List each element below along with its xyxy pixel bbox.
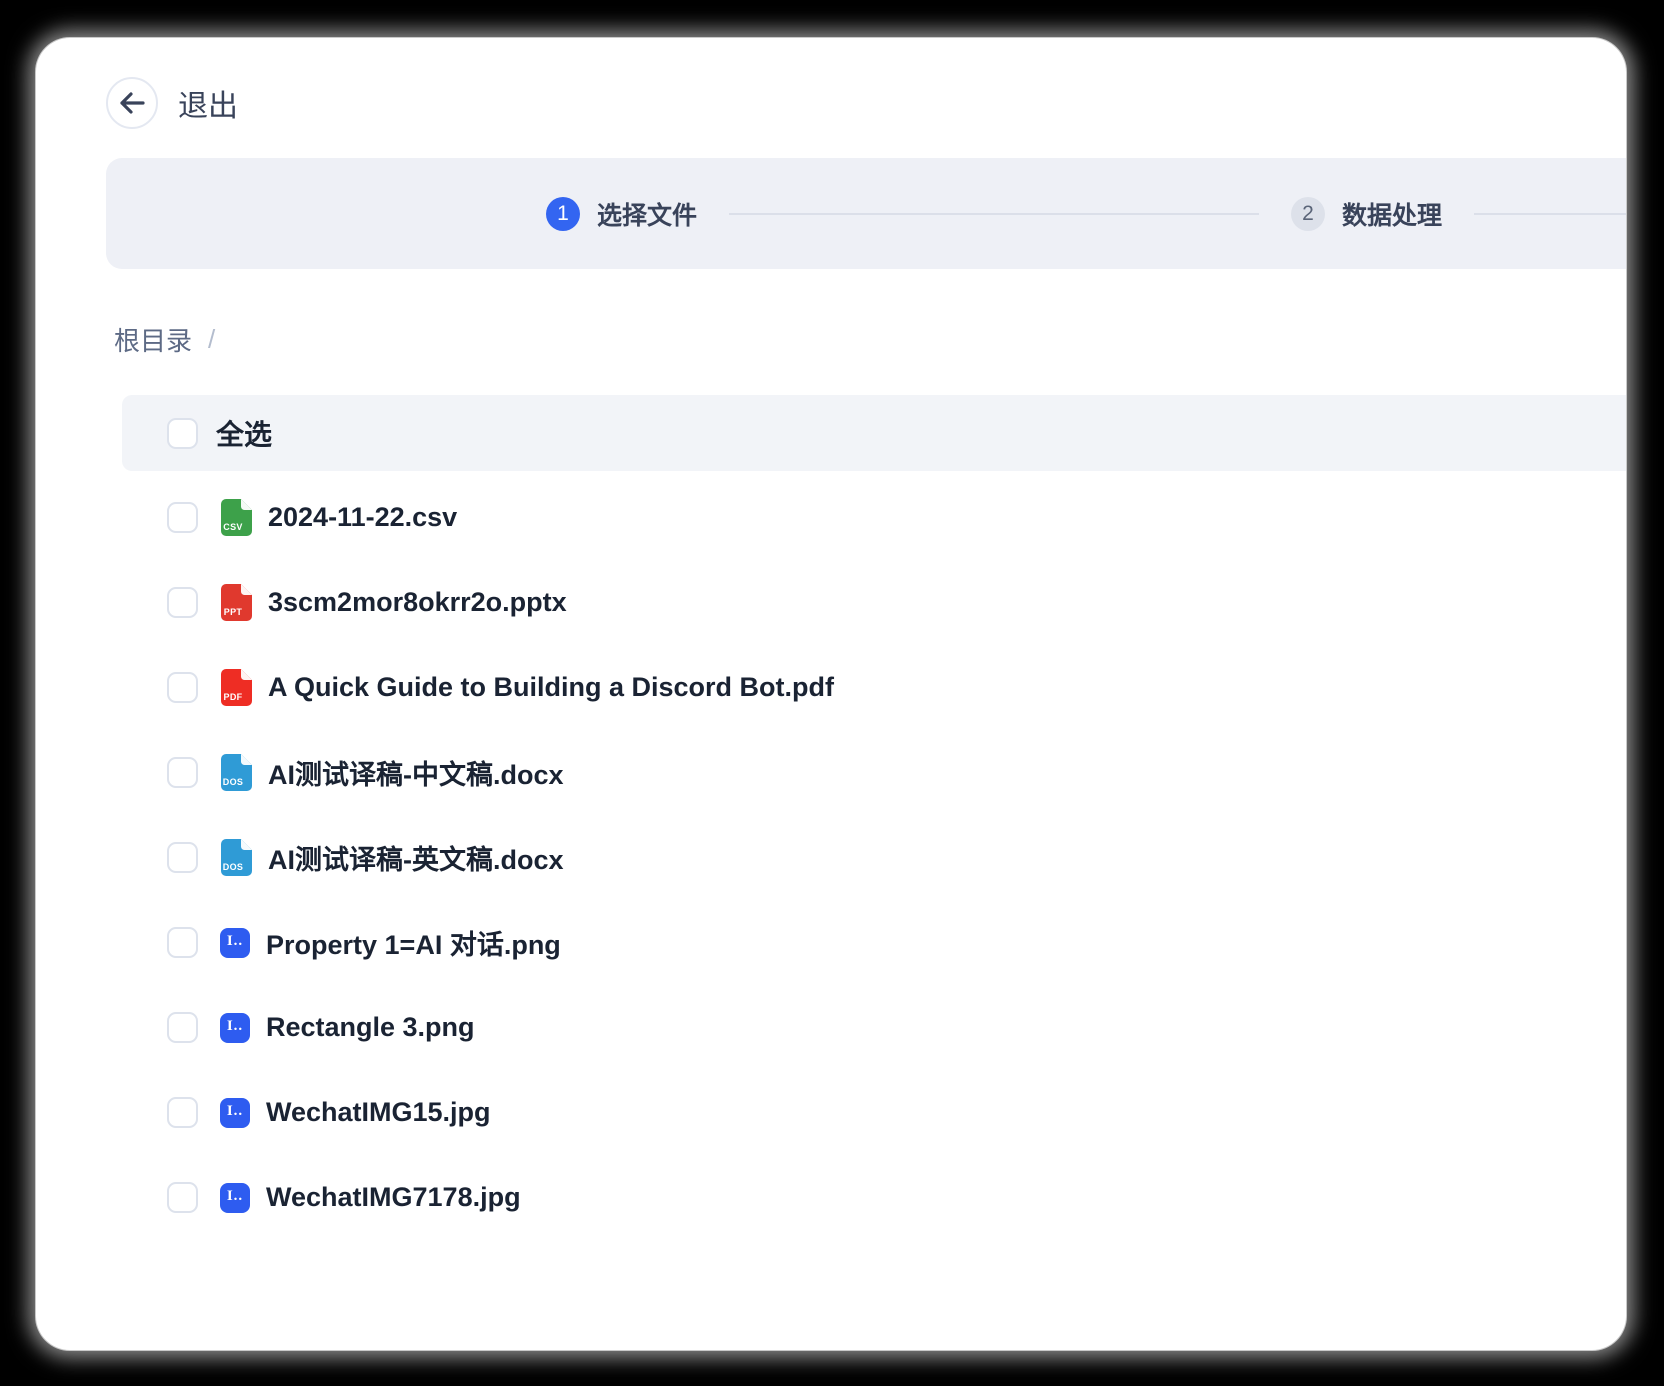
file-row[interactable]: I.. WechatIMG7178.jpg [122, 1155, 1626, 1240]
file-picker-window: 退出 1 选择文件 2 数据处理 根目录 / 全选 [36, 38, 1626, 1350]
file-row[interactable]: CSV 2024-11-22.csv [122, 475, 1626, 560]
file-type-icon: CSV [220, 499, 252, 536]
file-type-badge: PPT [220, 607, 246, 617]
file-name: Rectangle 3.png [266, 1012, 475, 1043]
wizard-stepper: 1 选择文件 2 数据处理 [106, 158, 1626, 269]
file-checkbox[interactable] [167, 927, 198, 958]
image-type-badge: I.. [227, 934, 243, 952]
file-type-badge: CSV [220, 522, 246, 532]
file-type-icon: I.. [220, 1013, 250, 1043]
file-row[interactable]: PDF A Quick Guide to Building a Discord … [122, 645, 1626, 730]
file-row[interactable]: I.. Rectangle 3.png [122, 985, 1626, 1070]
file-name: A Quick Guide to Building a Discord Bot.… [268, 672, 834, 703]
file-list: CSV 2024-11-22.csv PPT 3scm2mor8okrr2o.p… [122, 475, 1626, 1240]
document-icon: CSV [220, 499, 252, 536]
file-name: 2024-11-22.csv [268, 502, 457, 533]
file-row[interactable]: DOS AI测试译稿-中文稿.docx [122, 730, 1626, 815]
file-checkbox[interactable] [167, 757, 198, 788]
file-checkbox[interactable] [167, 1097, 198, 1128]
document-icon: DOS [220, 839, 252, 876]
file-name: WechatIMG15.jpg [266, 1097, 491, 1128]
breadcrumb-separator: / [208, 324, 215, 355]
window-content: 退出 1 选择文件 2 数据处理 根目录 / 全选 [36, 38, 1626, 1240]
file-type-icon: I.. [220, 928, 250, 958]
file-checkbox[interactable] [167, 587, 198, 618]
file-type-badge: DOS [220, 862, 246, 872]
document-icon: DOS [220, 754, 252, 791]
file-type-icon: PPT [220, 584, 252, 621]
image-type-badge: I.. [227, 1189, 243, 1207]
back-button[interactable] [106, 77, 158, 129]
step-connector [729, 213, 1259, 215]
image-icon: I.. [220, 1013, 250, 1043]
select-all-checkbox[interactable] [167, 418, 198, 449]
step-2-number: 2 [1291, 197, 1325, 231]
image-type-badge: I.. [227, 1104, 243, 1122]
image-icon: I.. [220, 928, 250, 958]
image-type-badge: I.. [227, 1019, 243, 1037]
file-type-icon: PDF [220, 669, 252, 706]
file-name: AI测试译稿-英文稿.docx [268, 838, 564, 877]
file-row[interactable]: I.. WechatIMG15.jpg [122, 1070, 1626, 1155]
file-row[interactable]: I.. Property 1=AI 对话.png [122, 900, 1626, 985]
image-icon: I.. [220, 1183, 250, 1213]
file-checkbox[interactable] [167, 1182, 198, 1213]
breadcrumb: 根目录 / [114, 321, 1626, 358]
back-row: 退出 [106, 76, 1626, 130]
file-name: AI测试译稿-中文稿.docx [268, 753, 564, 792]
file-name: WechatIMG7178.jpg [266, 1182, 521, 1213]
file-checkbox[interactable] [167, 502, 198, 533]
image-icon: I.. [220, 1098, 250, 1128]
file-type-icon: I.. [220, 1098, 250, 1128]
file-type-icon: DOS [220, 839, 252, 876]
select-all-row[interactable]: 全选 [122, 395, 1626, 471]
step-1-number: 1 [546, 197, 580, 231]
file-row[interactable]: PPT 3scm2mor8okrr2o.pptx [122, 560, 1626, 645]
step-select-files: 1 选择文件 [546, 196, 697, 232]
file-type-icon: I.. [220, 1183, 250, 1213]
select-all-label: 全选 [216, 413, 272, 453]
step-connector-tail [1474, 213, 1626, 215]
file-checkbox[interactable] [167, 842, 198, 873]
file-checkbox[interactable] [167, 1012, 198, 1043]
file-type-badge: PDF [220, 692, 246, 702]
file-type-badge: DOS [220, 777, 246, 787]
file-name: 3scm2mor8okrr2o.pptx [268, 587, 567, 618]
step-2-label: 数据处理 [1342, 196, 1442, 232]
exit-label: 退出 [178, 81, 238, 125]
back-arrow-icon [119, 92, 145, 114]
file-type-icon: DOS [220, 754, 252, 791]
document-icon: PPT [220, 584, 252, 621]
breadcrumb-root[interactable]: 根目录 [114, 321, 192, 358]
step-1-label: 选择文件 [597, 196, 697, 232]
step-data-processing: 2 数据处理 [1291, 196, 1442, 232]
file-name: Property 1=AI 对话.png [266, 923, 561, 962]
file-row[interactable]: DOS AI测试译稿-英文稿.docx [122, 815, 1626, 900]
file-checkbox[interactable] [167, 672, 198, 703]
document-icon: PDF [220, 669, 252, 706]
